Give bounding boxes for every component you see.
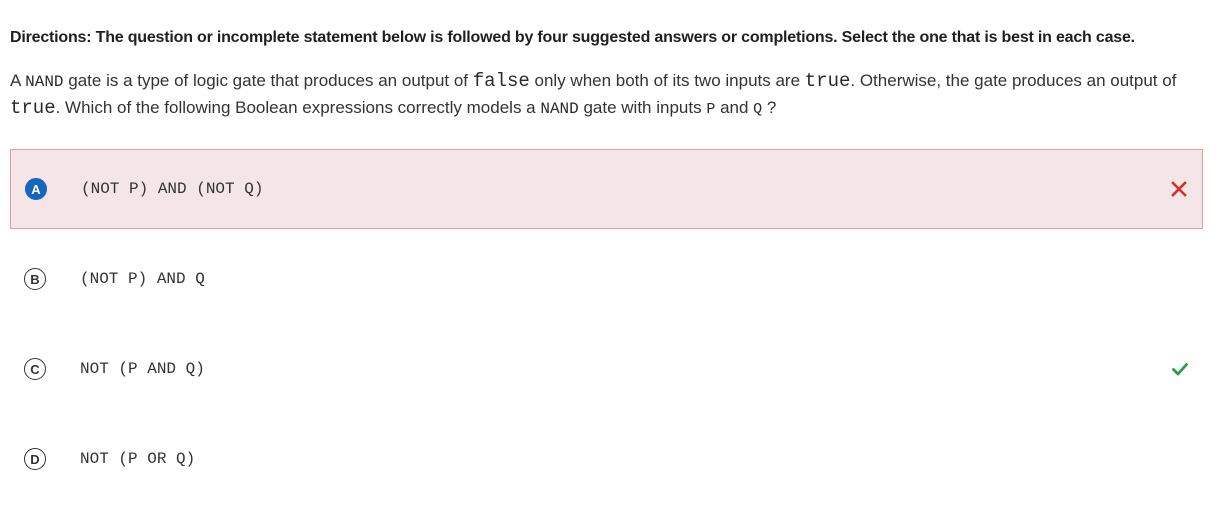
question-text: gate with inputs — [578, 98, 707, 117]
code-p: P — [706, 101, 716, 118]
option-letter-badge: B — [24, 268, 46, 290]
question-stem: A NAND gate is a type of logic gate that… — [10, 68, 1210, 122]
question-text: only when both of its two inputs are — [529, 71, 805, 90]
question-text: ? — [762, 98, 777, 117]
option-text: NOT (P OR Q) — [80, 450, 196, 468]
option-letter-badge: D — [24, 448, 46, 470]
answer-option-b[interactable]: B (NOT P) AND Q — [10, 259, 1203, 299]
answer-option-a[interactable]: A (NOT P) AND (NOT Q) — [10, 149, 1203, 229]
code-q: Q — [753, 101, 763, 118]
question-text: and — [715, 98, 754, 117]
code-nand: NAND — [25, 73, 64, 91]
answer-option-d[interactable]: D NOT (P OR Q) — [10, 439, 1203, 479]
option-text: (NOT P) AND (NOT Q) — [81, 180, 264, 198]
code-true: true — [804, 70, 851, 92]
question-text: A — [10, 71, 26, 90]
option-letter-badge: A — [25, 178, 47, 200]
question-text: . Otherwise, the gate produces an output… — [850, 71, 1177, 90]
code-true: true — [10, 97, 56, 119]
question-text: . Which of the following Boolean express… — [55, 98, 541, 117]
option-letter-badge: C — [24, 358, 46, 380]
directions-text: Directions: The question or incomplete s… — [10, 29, 1135, 46]
code-false: false — [472, 70, 530, 92]
x-mark-icon — [1171, 181, 1187, 197]
question-text: gate is a type of logic gate that produc… — [63, 71, 473, 90]
check-mark-icon — [1172, 363, 1188, 376]
code-nand: NAND — [540, 100, 579, 118]
option-text: (NOT P) AND Q — [80, 270, 205, 288]
answer-option-c[interactable]: C NOT (P AND Q) — [10, 349, 1203, 389]
option-text: NOT (P AND Q) — [80, 360, 205, 378]
